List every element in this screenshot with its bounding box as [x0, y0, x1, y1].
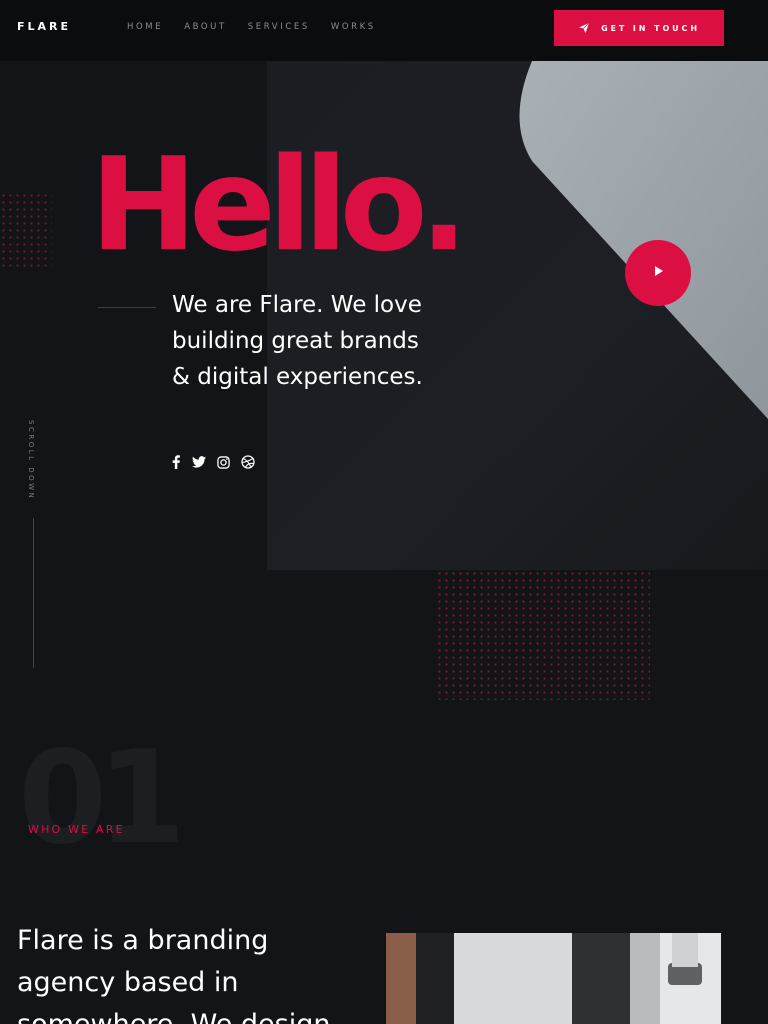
get-in-touch-label: GET IN TOUCH [601, 23, 700, 33]
site-header: FLARE HOME ABOUT SERVICES WORKS GET IN T… [0, 0, 768, 61]
logo[interactable]: FLARE [17, 20, 71, 33]
about-photo [386, 933, 721, 1024]
paper-plane-icon [578, 22, 590, 34]
about-line-2: agency based in [17, 967, 239, 998]
dot-pattern-left [0, 192, 52, 270]
nav-home[interactable]: HOME [127, 22, 163, 32]
about-line-1: Flare is a branding [17, 925, 269, 956]
play-video-button[interactable] [625, 240, 691, 306]
scroll-down-line [33, 518, 34, 668]
instagram-icon[interactable] [217, 455, 230, 469]
dot-pattern-bottom [436, 570, 650, 700]
about-line-3: somewhere. We design [17, 1004, 357, 1024]
dribbble-icon[interactable] [241, 455, 255, 469]
main-nav: HOME ABOUT SERVICES WORKS [127, 22, 397, 32]
hero-line-2: building great brands [172, 328, 419, 354]
about-intro: Flare is a branding agency based in some… [17, 920, 357, 1024]
nav-services[interactable]: SERVICES [248, 22, 310, 32]
hero-divider [98, 307, 156, 308]
nav-works[interactable]: WORKS [331, 22, 376, 32]
twitter-icon[interactable] [192, 456, 206, 468]
scroll-down-label[interactable]: SCROLL DOWN [27, 420, 35, 500]
hero-line-3: & digital experiences. [172, 364, 423, 390]
section-label: WHO WE ARE [28, 823, 125, 836]
facebook-icon[interactable] [171, 455, 181, 469]
hero-subtitle: We are Flare. We love building great bra… [172, 287, 472, 395]
section-number: 01 [18, 724, 186, 873]
play-icon [652, 264, 664, 282]
social-links [171, 455, 266, 469]
hero-line-1: We are Flare. We love [172, 292, 422, 318]
nav-about[interactable]: ABOUT [184, 22, 227, 32]
hero-title: Hello. [90, 131, 468, 280]
get-in-touch-button[interactable]: GET IN TOUCH [554, 10, 724, 46]
